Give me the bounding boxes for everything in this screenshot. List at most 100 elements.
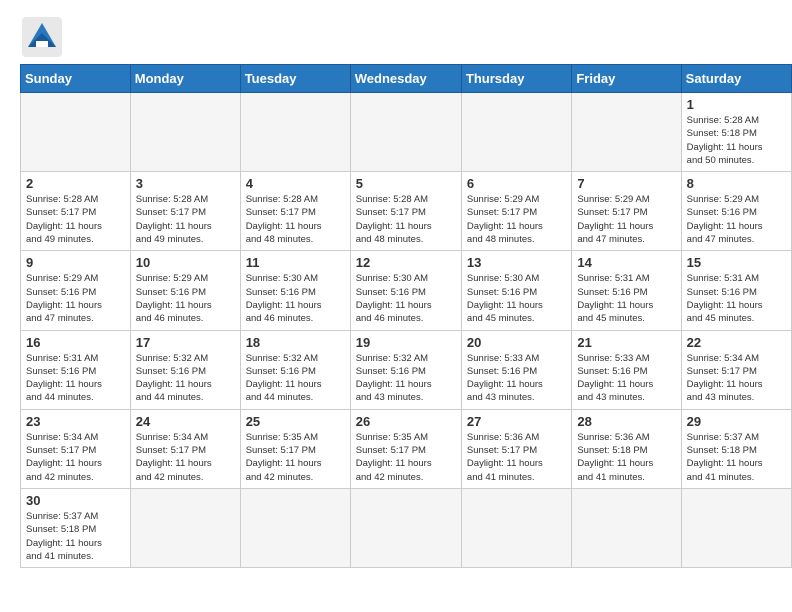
table-row: 5Sunrise: 5:28 AM Sunset: 5:17 PM Daylig…: [350, 172, 461, 251]
day-info: Sunrise: 5:31 AM Sunset: 5:16 PM Dayligh…: [577, 272, 675, 325]
day-info: Sunrise: 5:31 AM Sunset: 5:16 PM Dayligh…: [687, 272, 786, 325]
table-row: 17 Sunrise: 5:32 AM Sunset: 5:16 PM Dayli…: [130, 330, 240, 409]
day-info: Sunrise: 5:34 AM Sunset: 5:17 PM Dayligh…: [136, 431, 235, 484]
day-number: 25: [246, 414, 345, 429]
day-info: Sunrise: 5:30 AM Sunset: 5:16 PM Dayligh…: [356, 272, 456, 325]
table-row: 8 Sunrise: 5:29 AM Sunset: 5:16 PM Daylig…: [681, 172, 791, 251]
day-info: Sunrise: 5:32 AM Sunset: 5:16 PM Dayligh…: [356, 352, 456, 405]
day-info: Sunrise: 5:29 AM Sunset: 5:17 PM Dayligh…: [577, 193, 675, 246]
table-row: 22 Sunrise: 5:34 AM Sunset: 5:17 PM Dayli…: [681, 330, 791, 409]
day-info: Sunrise: 5:33 AM Sunset: 5:16 PM Dayligh…: [577, 352, 675, 405]
table-row: [130, 93, 240, 172]
day-info: Sunrise: 5:34 AM Sunset: 5:17 PM Dayligh…: [687, 352, 786, 405]
table-row: 12 Sunrise: 5:30 AM Sunset: 5:16 PM Dayli…: [350, 251, 461, 330]
day-info: Sunrise: 5:28 AM Sunset: 5:18 PM Dayligh…: [687, 114, 786, 167]
day-info: Sunrise: 5:35 AM Sunset: 5:17 PM Dayligh…: [356, 431, 456, 484]
calendar-row: 23 Sunrise: 5:34 AM Sunset: 5:17 PM Dayli…: [21, 409, 792, 488]
day-number: 7: [577, 176, 675, 191]
day-info: Sunrise: 5:36 AM Sunset: 5:18 PM Dayligh…: [577, 431, 675, 484]
table-row: [350, 488, 461, 567]
weekday-thursday: Thursday: [461, 65, 571, 93]
day-info: Sunrise: 5:28 AM Sunset: 5:17 PM Dayligh…: [136, 193, 235, 246]
table-row: 14 Sunrise: 5:31 AM Sunset: 5:16 PM Dayli…: [572, 251, 681, 330]
table-row: 27Sunrise: 5:36 AM Sunset: 5:17 PM Dayli…: [461, 409, 571, 488]
day-number: 10: [136, 255, 235, 270]
calendar-row: 2 Sunrise: 5:28 AM Sunset: 5:17 PM Daylig…: [21, 172, 792, 251]
day-number: 16: [26, 335, 125, 350]
day-number: 18: [246, 335, 345, 350]
day-info: Sunrise: 5:28 AM Sunset: 5:17 PM Dayligh…: [246, 193, 345, 246]
day-info: Sunrise: 5:29 AM Sunset: 5:17 PM Dayligh…: [467, 193, 566, 246]
weekday-friday: Friday: [572, 65, 681, 93]
table-row: [240, 93, 350, 172]
table-row: 16 Sunrise: 5:31 AM Sunset: 5:16 PM Dayli…: [21, 330, 131, 409]
table-row: 2 Sunrise: 5:28 AM Sunset: 5:17 PM Daylig…: [21, 172, 131, 251]
calendar-row: 1 Sunrise: 5:28 AM Sunset: 5:18 PM Daylig…: [21, 93, 792, 172]
table-row: 23Sunrise: 5:34 AM Sunset: 5:17 PM Dayli…: [21, 409, 131, 488]
day-number: 19: [356, 335, 456, 350]
day-info: Sunrise: 5:32 AM Sunset: 5:16 PM Dayligh…: [246, 352, 345, 405]
table-row: 18 Sunrise: 5:32 AM Sunset: 5:16 PM Dayli…: [240, 330, 350, 409]
calendar-row: 16 Sunrise: 5:31 AM Sunset: 5:16 PM Dayli…: [21, 330, 792, 409]
day-number: 13: [467, 255, 566, 270]
table-row: 21Sunrise: 5:33 AM Sunset: 5:16 PM Dayli…: [572, 330, 681, 409]
day-info: Sunrise: 5:35 AM Sunset: 5:17 PM Dayligh…: [246, 431, 345, 484]
day-number: 6: [467, 176, 566, 191]
table-row: 6 Sunrise: 5:29 AM Sunset: 5:17 PM Daylig…: [461, 172, 571, 251]
day-number: 14: [577, 255, 675, 270]
day-info: Sunrise: 5:37 AM Sunset: 5:18 PM Dayligh…: [687, 431, 786, 484]
day-number: 23: [26, 414, 125, 429]
day-number: 1: [687, 97, 786, 112]
day-info: Sunrise: 5:28 AM Sunset: 5:17 PM Dayligh…: [26, 193, 125, 246]
day-number: 15: [687, 255, 786, 270]
day-info: Sunrise: 5:37 AM Sunset: 5:18 PM Dayligh…: [26, 510, 125, 563]
table-row: 25 Sunrise: 5:35 AM Sunset: 5:17 PM Dayli…: [240, 409, 350, 488]
day-number: 8: [687, 176, 786, 191]
table-row: 1 Sunrise: 5:28 AM Sunset: 5:18 PM Daylig…: [681, 93, 791, 172]
day-info: Sunrise: 5:33 AM Sunset: 5:16 PM Dayligh…: [467, 352, 566, 405]
table-row: 15 Sunrise: 5:31 AM Sunset: 5:16 PM Dayli…: [681, 251, 791, 330]
table-row: [461, 488, 571, 567]
day-number: 17: [136, 335, 235, 350]
page-header: [0, 0, 792, 64]
table-row: [461, 93, 571, 172]
logo-icon: [20, 15, 64, 59]
day-number: 5: [356, 176, 456, 191]
day-info: Sunrise: 5:36 AM Sunset: 5:17 PM Dayligh…: [467, 431, 566, 484]
table-row: [681, 488, 791, 567]
day-info: Sunrise: 5:29 AM Sunset: 5:16 PM Dayligh…: [26, 272, 125, 325]
table-row: [21, 93, 131, 172]
day-number: 29: [687, 414, 786, 429]
table-row: 19 Sunrise: 5:32 AM Sunset: 5:16 PM Dayli…: [350, 330, 461, 409]
table-row: [240, 488, 350, 567]
table-row: 10 Sunrise: 5:29 AM Sunset: 5:16 PM Dayli…: [130, 251, 240, 330]
calendar-row: 9 Sunrise: 5:29 AM Sunset: 5:16 PM Daylig…: [21, 251, 792, 330]
day-number: 30: [26, 493, 125, 508]
table-row: 28Sunrise: 5:36 AM Sunset: 5:18 PM Dayli…: [572, 409, 681, 488]
day-number: 2: [26, 176, 125, 191]
day-info: Sunrise: 5:32 AM Sunset: 5:16 PM Dayligh…: [136, 352, 235, 405]
day-number: 20: [467, 335, 566, 350]
table-row: [130, 488, 240, 567]
table-row: 3 Sunrise: 5:28 AM Sunset: 5:17 PM Daylig…: [130, 172, 240, 251]
table-row: [350, 93, 461, 172]
table-row: [572, 93, 681, 172]
day-info: Sunrise: 5:29 AM Sunset: 5:16 PM Dayligh…: [136, 272, 235, 325]
day-number: 22: [687, 335, 786, 350]
weekday-wednesday: Wednesday: [350, 65, 461, 93]
day-number: 24: [136, 414, 235, 429]
day-info: Sunrise: 5:29 AM Sunset: 5:16 PM Dayligh…: [687, 193, 786, 246]
day-number: 4: [246, 176, 345, 191]
table-row: 13Sunrise: 5:30 AM Sunset: 5:16 PM Dayli…: [461, 251, 571, 330]
day-number: 12: [356, 255, 456, 270]
day-info: Sunrise: 5:31 AM Sunset: 5:16 PM Dayligh…: [26, 352, 125, 405]
day-number: 3: [136, 176, 235, 191]
table-row: 11Sunrise: 5:30 AM Sunset: 5:16 PM Dayli…: [240, 251, 350, 330]
weekday-saturday: Saturday: [681, 65, 791, 93]
table-row: 7 Sunrise: 5:29 AM Sunset: 5:17 PM Daylig…: [572, 172, 681, 251]
weekday-tuesday: Tuesday: [240, 65, 350, 93]
day-number: 26: [356, 414, 456, 429]
day-number: 9: [26, 255, 125, 270]
weekday-sunday: Sunday: [21, 65, 131, 93]
table-row: 9 Sunrise: 5:29 AM Sunset: 5:16 PM Daylig…: [21, 251, 131, 330]
